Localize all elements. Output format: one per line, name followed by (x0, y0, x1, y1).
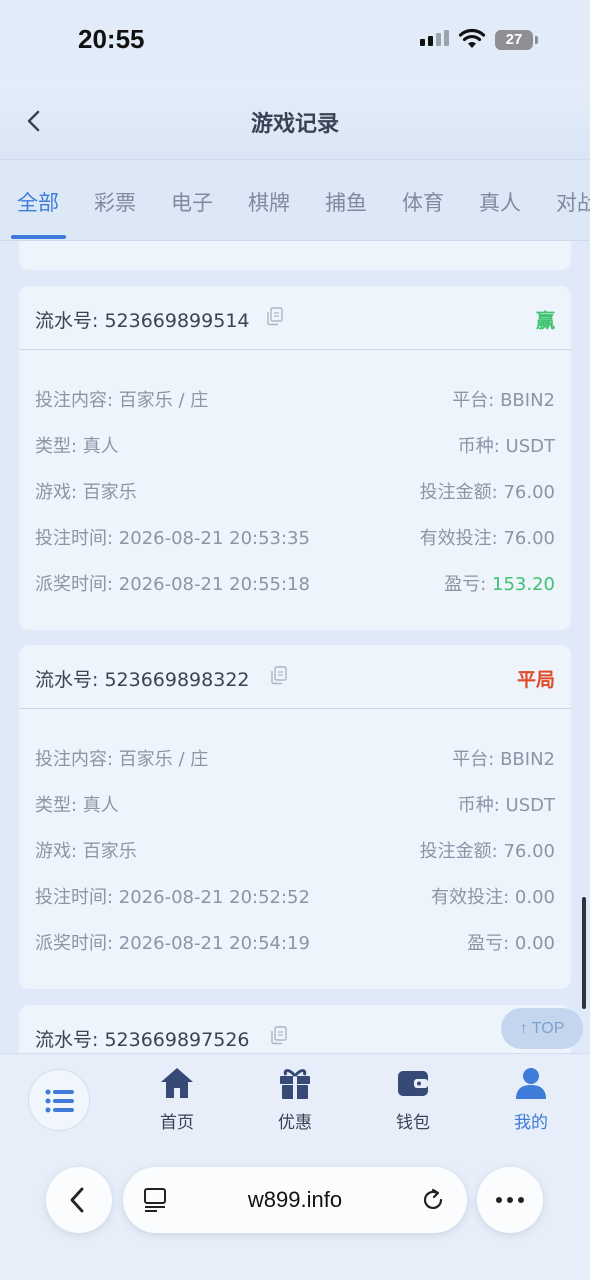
address-bar[interactable]: w899.info (123, 1167, 467, 1233)
wifi-icon (458, 28, 486, 48)
game-name: 游戏: 百家乐 (35, 482, 137, 503)
bet-time: 投注时间: 2026-08-21 20:53:35 (35, 528, 310, 549)
category-tabs: 全部 彩票 电子 棋牌 捕鱼 体育 真人 对战 (0, 161, 590, 241)
tab-chess-cards[interactable]: 棋牌 (248, 187, 290, 217)
profit-loss: 盈亏: 0.00 (467, 929, 555, 955)
list-icon (45, 1089, 74, 1113)
status-time: 20:55 (78, 24, 145, 54)
tab-lottery[interactable]: 彩票 (94, 187, 136, 217)
nav-wallet[interactable]: 钱包 (373, 1066, 453, 1133)
url-text: w899.info (247, 1187, 343, 1212)
result-badge: 平局 (516, 669, 555, 691)
valid-bet: 有效投注: 0.00 (431, 887, 555, 908)
profit-label: 盈亏: (467, 933, 515, 954)
gift-icon (280, 1069, 310, 1099)
bet-content: 投注内容: 百家乐 / 庄 (35, 390, 209, 411)
battery-icon: 27 (495, 30, 538, 50)
status-bar: 20:55 27 (0, 0, 590, 82)
record-card (19, 241, 571, 270)
serial-number: 流水号: 523669898322 (35, 669, 250, 691)
record-row: 游戏: 百家乐 投注金额: 76.00 (35, 478, 555, 503)
nav-mine-label: 我的 (514, 1113, 548, 1133)
game-type: 类型: 真人 (35, 436, 119, 457)
browser-toolbar: w899.info (0, 1153, 590, 1280)
browser-more-button[interactable] (477, 1167, 543, 1233)
nav-promotions-label: 优惠 (278, 1113, 312, 1133)
profit-value: 0.00 (514, 933, 555, 954)
record-row: 类型: 真人 币种: USDT (35, 432, 555, 457)
record-row: 类型: 真人 币种: USDT (35, 791, 555, 816)
record-row: 投注内容: 百家乐 / 庄 平台: BBIN2 (35, 745, 555, 770)
game-type: 类型: 真人 (35, 795, 119, 816)
record-row: 投注内容: 百家乐 / 庄 平台: BBIN2 (35, 386, 555, 411)
bet-amount: 投注金额: 76.00 (419, 482, 555, 503)
tab-live[interactable]: 真人 (479, 187, 521, 217)
profit-loss: 盈亏: 153.20 (444, 570, 555, 596)
tab-sports[interactable]: 体育 (402, 187, 444, 217)
tab-fishing[interactable]: 捕鱼 (325, 187, 367, 217)
wallet-icon (398, 1071, 428, 1096)
record-card-header: 流水号: 523669897526 (19, 1005, 571, 1053)
copy-icon[interactable] (265, 306, 285, 326)
record-row: 投注时间: 2026-08-21 20:53:35 有效投注: 76.00 (35, 524, 555, 549)
nav-mine[interactable]: 我的 (491, 1066, 571, 1133)
platform: 平台: BBIN2 (452, 749, 555, 770)
payout-time: 派奖时间: 2026-08-21 20:54:19 (35, 933, 310, 954)
home-icon (161, 1068, 193, 1098)
serial-number: 流水号: 523669899514 (35, 310, 250, 332)
record-card-header: 流水号: 523669898322 平局 (19, 645, 571, 709)
copy-icon[interactable] (269, 1025, 289, 1045)
browser-back-button[interactable] (46, 1167, 112, 1233)
nav-home-label: 首页 (160, 1113, 194, 1133)
bet-amount: 投注金额: 76.00 (419, 841, 555, 862)
game-name: 游戏: 百家乐 (35, 841, 137, 862)
serial-number: 流水号: 523669897526 (35, 1029, 250, 1051)
record-row: 派奖时间: 2026-08-21 20:54:19 盈亏: 0.00 (35, 929, 555, 955)
currency: 币种: USDT (457, 436, 555, 457)
menu-button[interactable] (28, 1069, 90, 1131)
chevron-left-icon (70, 1187, 84, 1213)
profit-label: 盈亏: (444, 574, 493, 595)
user-icon (516, 1068, 546, 1099)
profit-value: 153.20 (492, 574, 555, 595)
nav-promotions[interactable]: 优惠 (255, 1066, 335, 1133)
tab-electronic[interactable]: 电子 (171, 187, 213, 217)
tab-versus[interactable]: 对战 (556, 187, 590, 217)
currency: 币种: USDT (457, 795, 555, 816)
bottom-nav: 首页 优惠 钱包 我的 (0, 1053, 590, 1153)
cellular-signal-icon (420, 30, 449, 46)
active-tab-indicator (11, 235, 66, 239)
platform: 平台: BBIN2 (452, 390, 555, 411)
page-title: 游戏记录 (250, 112, 339, 137)
nav-header: 游戏记录 (0, 82, 590, 160)
record-row: 派奖时间: 2026-08-21 20:55:18 盈亏: 153.20 (35, 570, 555, 596)
back-to-top-button[interactable]: ↑ TOP (501, 1008, 583, 1049)
records-list[interactable]: 流水号: 523669899514 赢 投注内容: 百家乐 / 庄 平台: BB… (0, 241, 590, 1053)
nav-wallet-label: 钱包 (396, 1113, 430, 1133)
more-icon (496, 1197, 524, 1203)
valid-bet: 有效投注: 76.00 (419, 528, 555, 549)
record-row: 游戏: 百家乐 投注金额: 76.00 (35, 837, 555, 862)
payout-time: 派奖时间: 2026-08-21 20:55:18 (35, 574, 310, 595)
record-card: 流水号: 523669897526 (19, 1005, 571, 1053)
nav-home[interactable]: 首页 (137, 1066, 217, 1133)
bet-content: 投注内容: 百家乐 / 庄 (35, 749, 209, 770)
record-row: 投注时间: 2026-08-21 20:52:52 有效投注: 0.00 (35, 883, 555, 908)
record-card: 流水号: 523669898322 平局 投注内容: 百家乐 / 庄 平台: B… (19, 645, 571, 989)
reload-icon[interactable] (420, 1187, 446, 1213)
record-card: 流水号: 523669899514 赢 投注内容: 百家乐 / 庄 平台: BB… (19, 286, 571, 630)
scrollbar[interactable] (582, 897, 586, 1009)
copy-icon[interactable] (269, 665, 289, 685)
tab-all[interactable]: 全部 (17, 187, 59, 217)
bet-time: 投注时间: 2026-08-21 20:52:52 (35, 887, 310, 908)
record-card-header: 流水号: 523669899514 赢 (19, 286, 571, 350)
result-badge: 赢 (535, 310, 555, 332)
